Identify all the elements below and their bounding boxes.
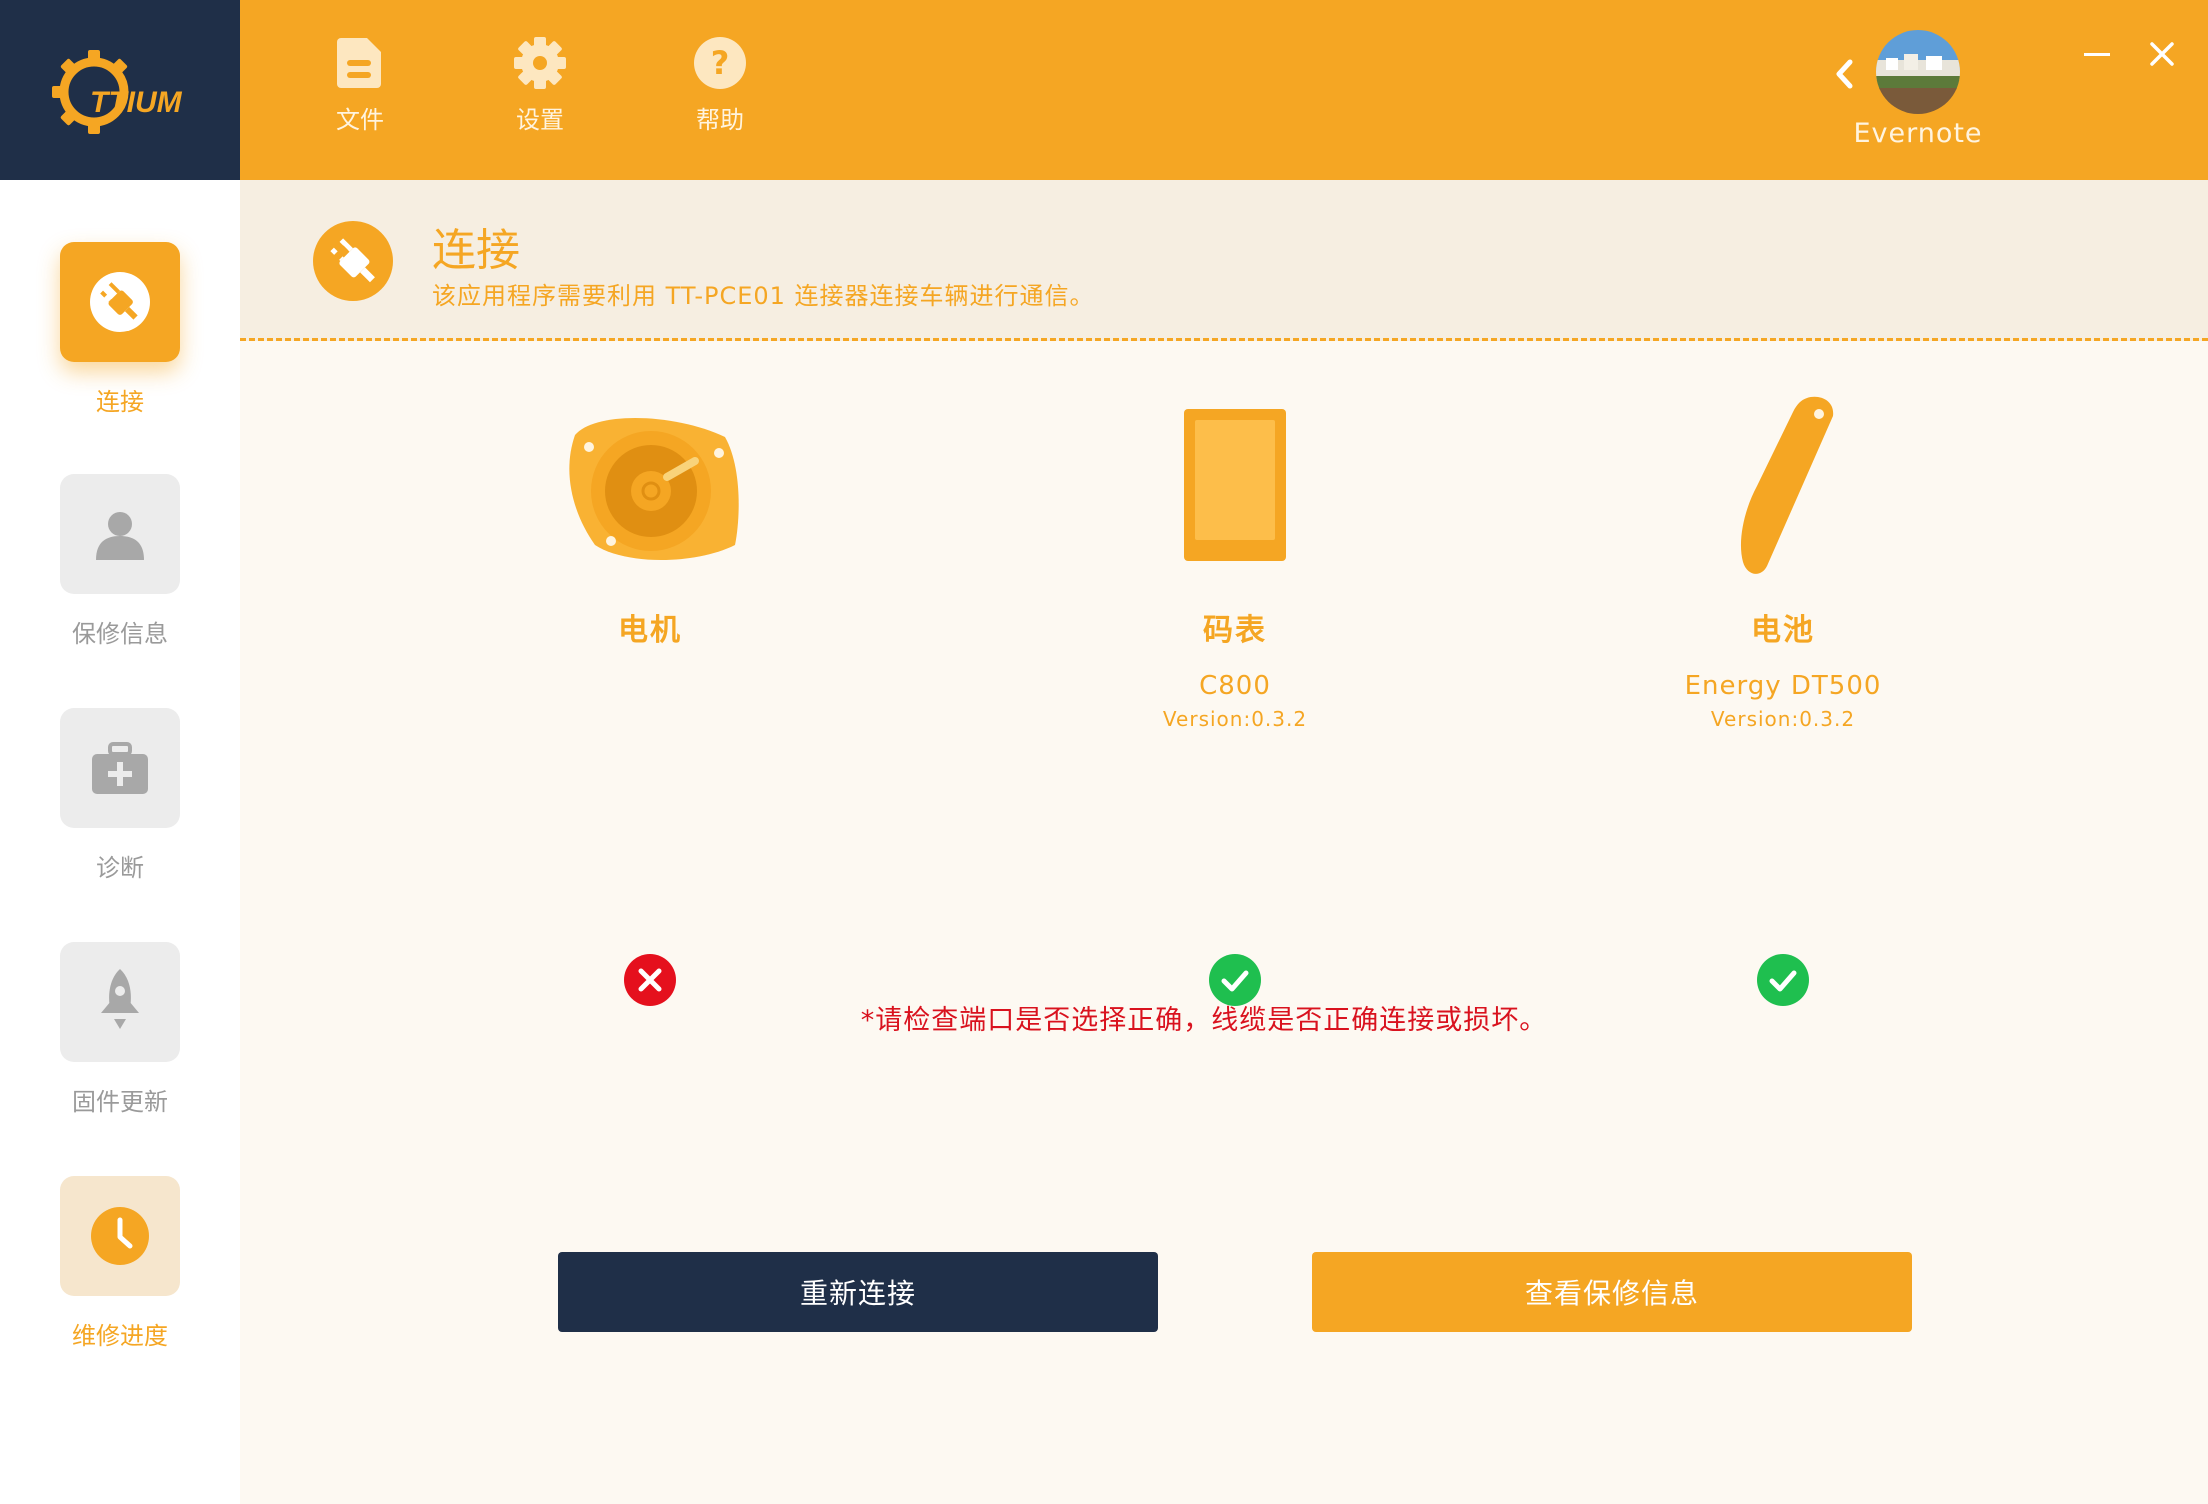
gear-icon xyxy=(514,37,566,89)
user-icon xyxy=(96,512,144,560)
clock-icon xyxy=(91,1207,149,1265)
sidebar-item-repair-progress[interactable]: 维修进度 xyxy=(0,1176,240,1376)
sidebar-label-connect: 连接 xyxy=(96,388,144,416)
motor-icon xyxy=(569,417,739,560)
device-display-model: C800 xyxy=(1199,671,1271,701)
user-avatar[interactable] xyxy=(1876,30,1960,114)
help-icon: ? xyxy=(694,37,746,89)
sidebar-tile-connect xyxy=(60,242,180,362)
sidebar-tile-warranty xyxy=(60,474,180,594)
menu-settings-label: 设置 xyxy=(516,106,564,134)
app-logo: TTIUM xyxy=(0,0,240,180)
sidebar-tile-firmware xyxy=(60,942,180,1062)
menu-file-button[interactable]: 文件 xyxy=(300,36,420,136)
logo-gear-icon: TTIUM xyxy=(52,50,183,134)
device-motor-name: 电机 xyxy=(618,613,682,648)
device-battery-name: 电池 xyxy=(1751,613,1815,648)
svg-text:?: ? xyxy=(711,44,730,82)
connection-warning: *请检查端口是否选择正确，线缆是否正确连接或损坏。 xyxy=(860,1005,1548,1036)
menu-settings-button[interactable]: 设置 xyxy=(480,36,600,136)
page-title: 连接 xyxy=(432,225,520,276)
device-battery: 电池 Energy DT500 Version:0.3.2 xyxy=(1583,395,1983,731)
close-icon[interactable] xyxy=(2142,36,2182,72)
device-display-name: 码表 xyxy=(1203,613,1267,648)
sidebar-label-warranty: 保修信息 xyxy=(72,620,168,648)
chevron-left-icon[interactable] xyxy=(1830,54,1860,94)
reconnect-button[interactable]: 重新连接 xyxy=(558,1252,1158,1332)
device-display: 码表 C800 Version:0.3.2 xyxy=(1035,395,1435,731)
menu-file-label: 文件 xyxy=(336,106,384,134)
sidebar-item-diagnose[interactable]: 诊断 xyxy=(0,708,240,908)
battery-icon xyxy=(1740,396,1834,574)
sidebar-item-firmware[interactable]: 固件更新 xyxy=(0,942,240,1142)
menu-help-label: 帮助 xyxy=(696,106,744,134)
rocket-icon xyxy=(101,969,139,1029)
display-icon xyxy=(1184,409,1286,561)
sidebar: 连接 保修信息 诊断 固件更新 维修进度 xyxy=(0,180,240,1504)
plug-icon xyxy=(313,221,393,301)
user-name: Evernote xyxy=(1853,118,1983,149)
view-warranty-button[interactable]: 查看保修信息 xyxy=(1312,1252,1912,1332)
sidebar-label-repair-progress: 维修进度 xyxy=(72,1322,168,1350)
sidebar-tile-repair-progress xyxy=(60,1176,180,1296)
sidebar-tile-diagnose xyxy=(60,708,180,828)
sidebar-label-firmware: 固件更新 xyxy=(72,1088,168,1116)
plug-icon xyxy=(90,272,150,332)
file-icon xyxy=(337,38,381,88)
page-subtitle: 该应用程序需要利用 TT-PCE01 连接器连接车辆进行通信。 xyxy=(432,282,1095,310)
sidebar-item-warranty[interactable]: 保修信息 xyxy=(0,474,240,674)
medkit-icon xyxy=(92,742,148,794)
device-display-version: Version:0.3.2 xyxy=(1162,707,1308,731)
device-motor: 电机 xyxy=(450,395,850,671)
main-content: 连接 该应用程序需要利用 TT-PCE01 连接器连接车辆进行通信。 电机 码表… xyxy=(240,180,2208,1504)
top-bar: 文件 设置 ? 帮助 Evernote xyxy=(240,0,2208,180)
device-battery-version: Version:0.3.2 xyxy=(1710,707,1856,731)
minimize-icon[interactable] xyxy=(2076,36,2116,72)
logo-text: TTIUM xyxy=(90,86,183,119)
sidebar-label-diagnose: 诊断 xyxy=(96,854,144,882)
avatar-photo xyxy=(1876,30,1960,114)
page-header: 连接 该应用程序需要利用 TT-PCE01 连接器连接车辆进行通信。 xyxy=(240,180,2208,341)
sidebar-item-connect[interactable]: 连接 xyxy=(0,242,240,442)
menu-help-button[interactable]: ? 帮助 xyxy=(660,36,780,136)
device-battery-model: Energy DT500 xyxy=(1684,671,1882,701)
